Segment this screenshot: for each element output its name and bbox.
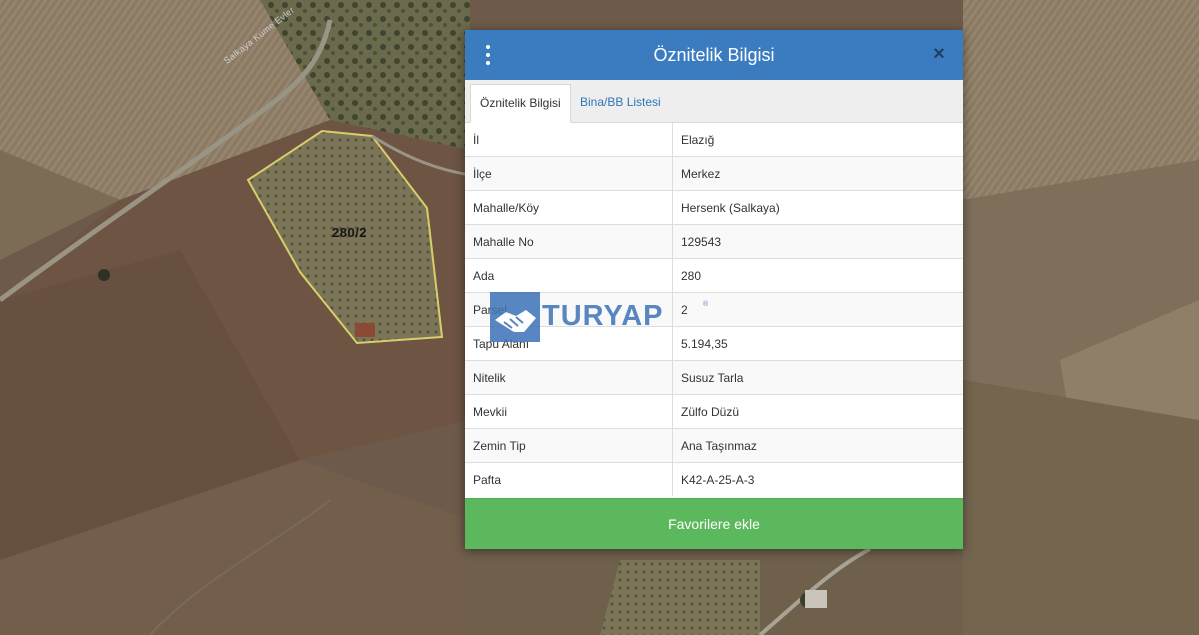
- attribute-value: 5.194,35: [672, 326, 963, 361]
- attribute-key: Mahalle/Köy: [465, 190, 673, 225]
- attribute-key: Parsel: [465, 292, 673, 327]
- attribute-key: İl: [465, 123, 673, 157]
- table-row: Ada 280: [465, 258, 963, 293]
- attribute-value: Ana Taşınmaz: [672, 428, 963, 463]
- attribute-value: 129543: [672, 224, 963, 259]
- table-row: Mahalle No 129543: [465, 224, 963, 259]
- tab-building-list[interactable]: Bina/BB Listesi: [571, 84, 670, 121]
- attribute-table: İl Elazığ İlçe Merkez Mahalle/Köy Hersen…: [465, 123, 963, 496]
- attribute-key: Mevkii: [465, 394, 673, 429]
- attribute-key: Zemin Tip: [465, 428, 673, 463]
- table-row: İlçe Merkez: [465, 156, 963, 191]
- attribute-value: Merkez: [672, 156, 963, 191]
- attribute-value: Elazığ: [681, 132, 715, 147]
- attribute-key: Pafta: [465, 462, 673, 496]
- attribute-value: Susuz Tarla: [672, 360, 963, 395]
- parcel-number-label: 280/2: [332, 225, 368, 240]
- table-row: Nitelik Susuz Tarla: [465, 360, 963, 395]
- attribute-value: 2: [672, 292, 963, 327]
- attribute-value: K42-A-25-A-3: [672, 462, 963, 496]
- attribute-key: İlçe: [465, 156, 673, 191]
- tab-attribute-info[interactable]: Öznitelik Bilgisi: [470, 84, 571, 123]
- attribute-key: Mahalle No: [465, 224, 673, 259]
- attribute-key: Ada: [465, 258, 673, 293]
- table-row: Parsel 2: [465, 292, 963, 327]
- attribute-key: Nitelik: [465, 360, 673, 395]
- attribute-value: 280: [672, 258, 963, 293]
- table-row: Tapu Alanı 5.194,35: [465, 326, 963, 361]
- attribute-value: Zülfo Düzü: [672, 394, 963, 429]
- attribute-value: Hersenk (Salkaya): [672, 190, 963, 225]
- tab-bar: Öznitelik Bilgisi Bina/BB Listesi: [465, 80, 963, 123]
- table-row: Pafta K42-A-25-A-3: [465, 462, 963, 496]
- attribute-key: Tapu Alanı: [465, 326, 673, 361]
- close-icon[interactable]: ×: [929, 44, 949, 64]
- modal-header: Öznitelik Bilgisi ×: [465, 30, 963, 80]
- table-row: Mahalle/Köy Hersenk (Salkaya): [465, 190, 963, 225]
- table-row: İl Elazığ: [465, 123, 963, 157]
- modal-title: Öznitelik Bilgisi: [653, 44, 775, 65]
- attribute-info-modal: Öznitelik Bilgisi × Öznitelik Bilgisi Bi…: [465, 30, 963, 549]
- table-row: Mevkii Zülfo Düzü: [465, 394, 963, 429]
- add-to-favorites-button[interactable]: Favorilere ekle: [465, 498, 963, 549]
- kebab-menu-icon[interactable]: [483, 45, 493, 65]
- table-row: Zemin Tip Ana Taşınmaz: [465, 428, 963, 463]
